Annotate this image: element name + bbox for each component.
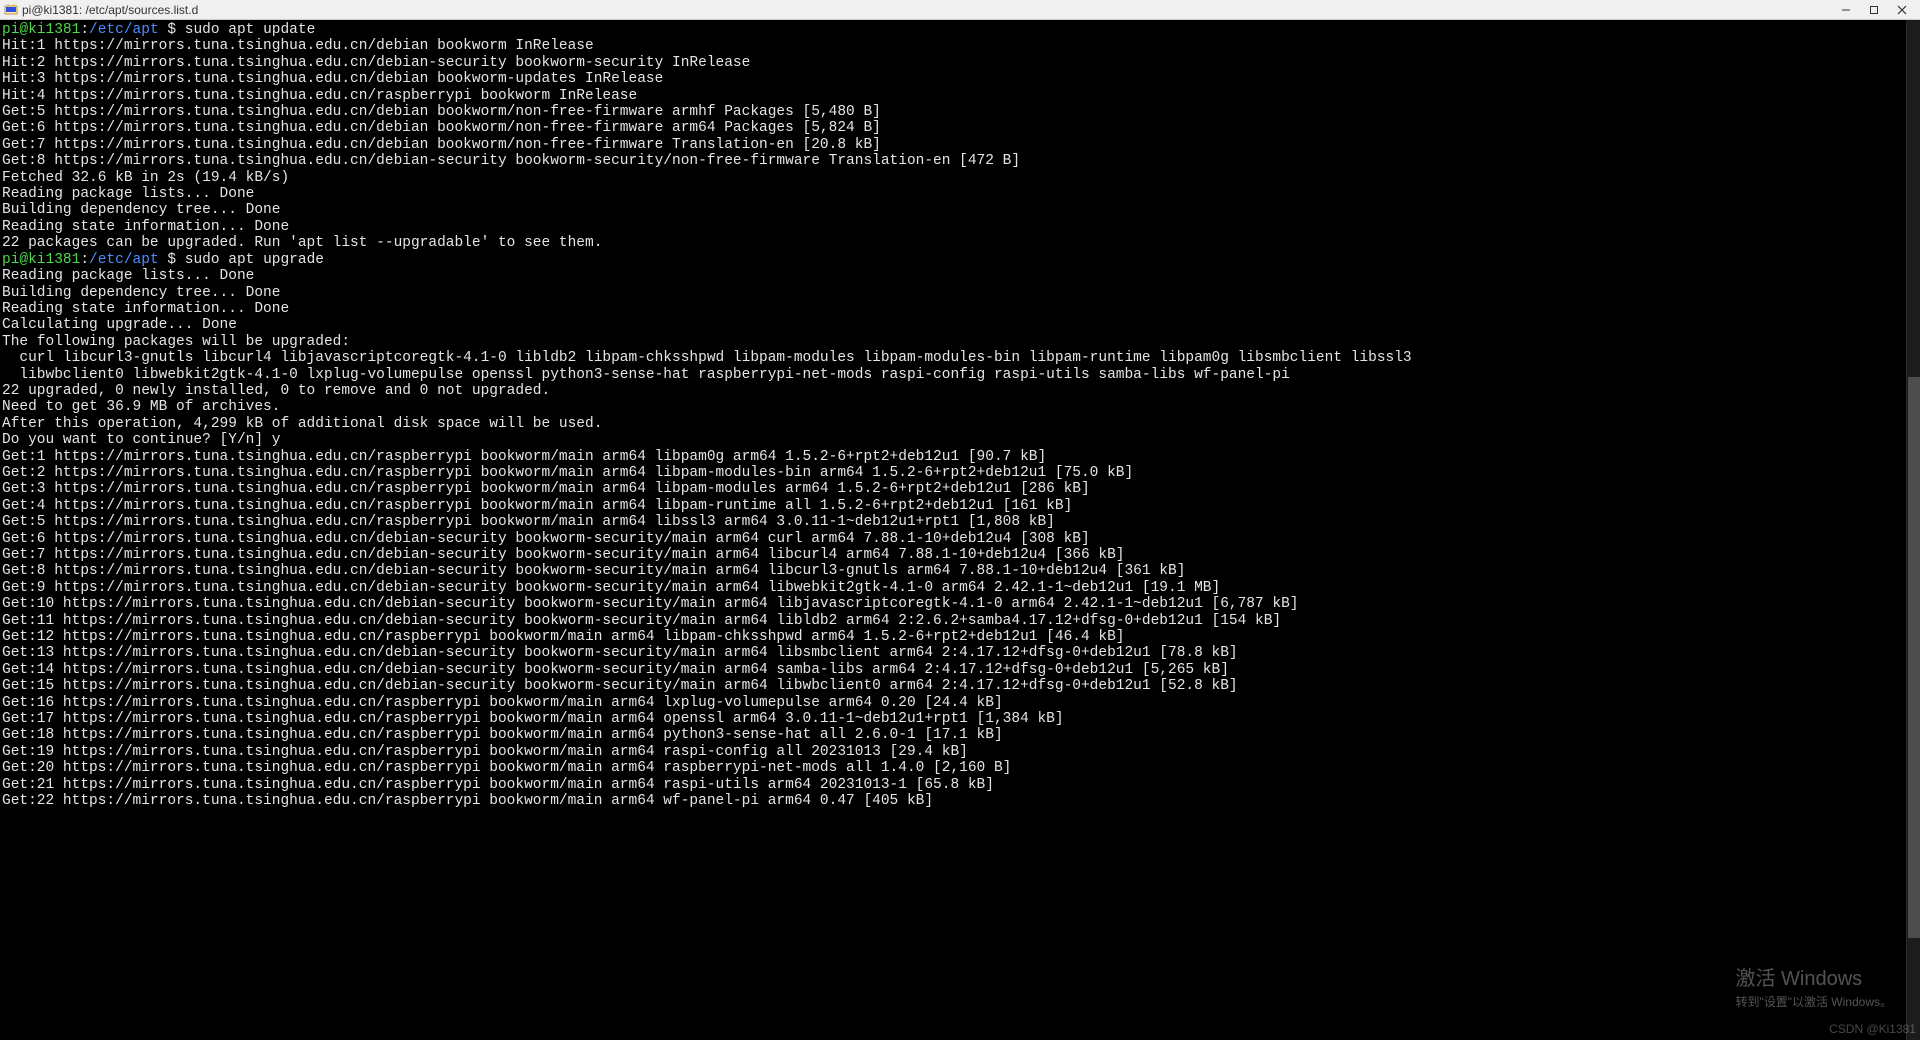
output-line: Hit:1 https://mirrors.tuna.tsinghua.edu.…: [2, 38, 1906, 54]
output-line: Get:21 https://mirrors.tuna.tsinghua.edu…: [2, 777, 1906, 793]
output-line: Get:20 https://mirrors.tuna.tsinghua.edu…: [2, 760, 1906, 776]
terminal-output[interactable]: pi@ki1381:/etc/apt $ sudo apt updateHit:…: [0, 20, 1906, 1040]
output-line: Get:3 https://mirrors.tuna.tsinghua.edu.…: [2, 481, 1906, 497]
output-line: 22 upgraded, 0 newly installed, 0 to rem…: [2, 383, 1906, 399]
output-line: Building dependency tree... Done: [2, 202, 1906, 218]
output-line: Get:22 https://mirrors.tuna.tsinghua.edu…: [2, 793, 1906, 809]
output-line: Get:6 https://mirrors.tuna.tsinghua.edu.…: [2, 120, 1906, 136]
output-line: libwbclient0 libwebkit2gtk-4.1-0 lxplug-…: [2, 367, 1906, 383]
minimize-button[interactable]: [1832, 1, 1860, 19]
output-line: Get:14 https://mirrors.tuna.tsinghua.edu…: [2, 662, 1906, 678]
output-line: Get:2 https://mirrors.tuna.tsinghua.edu.…: [2, 465, 1906, 481]
output-line: Get:8 https://mirrors.tuna.tsinghua.edu.…: [2, 153, 1906, 169]
output-line: Get:13 https://mirrors.tuna.tsinghua.edu…: [2, 645, 1906, 661]
maximize-button[interactable]: [1860, 1, 1888, 19]
output-line: Calculating upgrade... Done: [2, 317, 1906, 333]
prompt-line: pi@ki1381:/etc/apt $ sudo apt upgrade: [2, 252, 1906, 268]
command-text: sudo apt update: [185, 22, 316, 38]
output-line: Get:11 https://mirrors.tuna.tsinghua.edu…: [2, 613, 1906, 629]
output-line: Hit:4 https://mirrors.tuna.tsinghua.edu.…: [2, 88, 1906, 104]
output-line: Reading package lists... Done: [2, 186, 1906, 202]
window-titlebar: pi@ki1381: /etc/apt/sources.list.d: [0, 0, 1920, 20]
output-line: Get:15 https://mirrors.tuna.tsinghua.edu…: [2, 678, 1906, 694]
output-line: Get:7 https://mirrors.tuna.tsinghua.edu.…: [2, 547, 1906, 563]
putty-icon: [4, 3, 18, 17]
output-line: Get:9 https://mirrors.tuna.tsinghua.edu.…: [2, 580, 1906, 596]
scrollbar-thumb[interactable]: [1908, 377, 1920, 938]
output-line: Get:10 https://mirrors.tuna.tsinghua.edu…: [2, 596, 1906, 612]
output-line: The following packages will be upgraded:: [2, 334, 1906, 350]
command-text: sudo apt upgrade: [185, 252, 324, 268]
output-line: Get:16 https://mirrors.tuna.tsinghua.edu…: [2, 695, 1906, 711]
output-line: Get:5 https://mirrors.tuna.tsinghua.edu.…: [2, 514, 1906, 530]
output-line: Get:1 https://mirrors.tuna.tsinghua.edu.…: [2, 449, 1906, 465]
output-line: curl libcurl3-gnutls libcurl4 libjavascr…: [2, 350, 1906, 366]
vertical-scrollbar[interactable]: [1906, 20, 1920, 1040]
output-line: Reading state information... Done: [2, 301, 1906, 317]
output-line: Reading state information... Done: [2, 219, 1906, 235]
output-line: Do you want to continue? [Y/n] y: [2, 432, 1906, 448]
output-line: Get:19 https://mirrors.tuna.tsinghua.edu…: [2, 744, 1906, 760]
output-line: Get:12 https://mirrors.tuna.tsinghua.edu…: [2, 629, 1906, 645]
output-line: After this operation, 4,299 kB of additi…: [2, 416, 1906, 432]
output-line: Get:5 https://mirrors.tuna.tsinghua.edu.…: [2, 104, 1906, 120]
output-line: Get:18 https://mirrors.tuna.tsinghua.edu…: [2, 727, 1906, 743]
output-line: Hit:3 https://mirrors.tuna.tsinghua.edu.…: [2, 71, 1906, 87]
output-line: Get:7 https://mirrors.tuna.tsinghua.edu.…: [2, 137, 1906, 153]
output-line: Building dependency tree... Done: [2, 285, 1906, 301]
output-line: 22 packages can be upgraded. Run 'apt li…: [2, 235, 1906, 251]
output-line: Hit:2 https://mirrors.tuna.tsinghua.edu.…: [2, 55, 1906, 71]
prompt-line: pi@ki1381:/etc/apt $ sudo apt update: [2, 22, 1906, 38]
output-line: Reading package lists... Done: [2, 268, 1906, 284]
close-button[interactable]: [1888, 1, 1916, 19]
window-title: pi@ki1381: /etc/apt/sources.list.d: [22, 3, 1832, 17]
output-line: Get:4 https://mirrors.tuna.tsinghua.edu.…: [2, 498, 1906, 514]
output-line: Get:17 https://mirrors.tuna.tsinghua.edu…: [2, 711, 1906, 727]
output-line: Get:8 https://mirrors.tuna.tsinghua.edu.…: [2, 563, 1906, 579]
output-line: Need to get 36.9 MB of archives.: [2, 399, 1906, 415]
output-line: Fetched 32.6 kB in 2s (19.4 kB/s): [2, 170, 1906, 186]
output-line: Get:6 https://mirrors.tuna.tsinghua.edu.…: [2, 531, 1906, 547]
